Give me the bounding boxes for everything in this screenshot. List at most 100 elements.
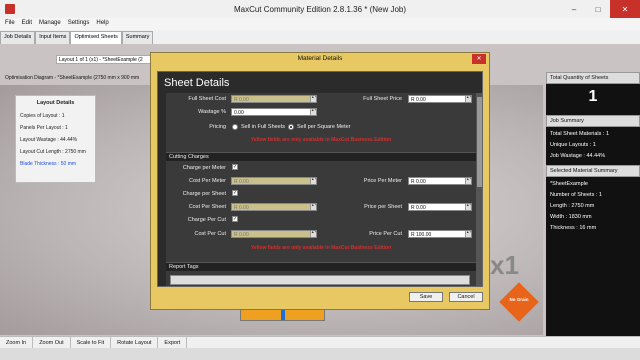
- cost-per-sheet-input[interactable]: R 0.00 ▲▼: [231, 203, 317, 211]
- report-tags-field[interactable]: [170, 275, 470, 285]
- layout-cut-length: Layout Cut Length : 2750 mm: [20, 149, 86, 155]
- price-per-sheet-spinner-icon[interactable]: ▲▼: [465, 204, 471, 210]
- price-per-meter-spinner-icon[interactable]: ▲▼: [465, 178, 471, 184]
- total-sheet-materials: Total Sheet Materials : 1: [550, 131, 610, 137]
- price-per-sheet-label: Price per Sheet: [364, 204, 402, 210]
- layout-details-title: Layout Details: [36, 100, 75, 106]
- tab-job-details[interactable]: Job Details: [0, 31, 36, 44]
- maximize-button[interactable]: □: [586, 0, 610, 18]
- wastage-input[interactable]: 0.00 ▲▼: [231, 108, 317, 116]
- full-sheet-cost-value: R 0.00: [234, 97, 249, 103]
- menu-file[interactable]: File: [3, 18, 20, 30]
- charge-per-cut-checkbox[interactable]: ✓: [232, 216, 238, 222]
- selected-material-header: Selected Material Summary: [546, 165, 640, 177]
- sheet-thickness: Thickness : 16 mm: [550, 225, 597, 231]
- layout-selector[interactable]: Layout 1 of 1 (x1) - *SheetExample (2: [56, 55, 156, 64]
- tab-summary[interactable]: Summary: [121, 31, 154, 44]
- job-summary-box: Job Summary Total Sheet Materials : 1 Un…: [546, 115, 640, 168]
- cost-per-sheet-label: Cost Per Sheet: [188, 204, 226, 210]
- price-per-cut-spinner-icon[interactable]: ▲▼: [465, 231, 471, 237]
- full-sheet-cost-spinner-icon[interactable]: ▲▼: [310, 96, 316, 102]
- price-per-sheet-input[interactable]: R 0.00 ▲▼: [408, 203, 472, 211]
- job-wastage: Job Wastage : 44.44%: [550, 153, 606, 159]
- rotate-layout-button[interactable]: Rotate Layout: [111, 337, 159, 348]
- price-per-cut-label: Price Per Cut: [369, 231, 402, 237]
- total-quantity-box: Total Quantity of Sheets 1: [546, 72, 640, 110]
- full-sheet-price-spinner-icon[interactable]: ▲▼: [465, 96, 471, 102]
- pricing-square-meter-label: Sell per Square Meter: [297, 124, 351, 130]
- zoom-out-button[interactable]: Zoom Out: [33, 337, 71, 348]
- price-per-cut-input[interactable]: R 100.00 ▲▼: [408, 230, 472, 238]
- wastage-label: Wastage %: [198, 109, 226, 115]
- charge-per-cut-label: Charge Per Cut: [187, 217, 226, 223]
- price-per-cut-value: R 100.00: [411, 232, 432, 238]
- cost-per-sheet-value: R 0.00: [234, 205, 249, 211]
- dialog-content: Sheet Details Full Sheet Cost R 0.00 ▲▼ F…: [157, 71, 483, 287]
- save-button[interactable]: Save: [409, 292, 443, 302]
- dialog-close-button[interactable]: ✕: [472, 54, 486, 64]
- cost-per-meter-input[interactable]: R 0.00 ▲▼: [231, 177, 317, 185]
- close-button[interactable]: ✕: [610, 0, 640, 18]
- selected-material-box: Selected Material Summary *SheetExample …: [546, 165, 640, 240]
- price-per-meter-input[interactable]: R 0.00 ▲▼: [408, 177, 472, 185]
- menu-help[interactable]: Help: [94, 18, 113, 30]
- report-tags-header: Report Tags: [166, 262, 476, 271]
- pricing-full-sheets-label: Sell in Full Sheets: [241, 124, 286, 130]
- scale-to-fit-button[interactable]: Scale to Fit: [71, 337, 112, 348]
- full-sheet-price-input[interactable]: R 0.00 ▲▼: [408, 95, 472, 103]
- price-per-meter-value: R 0.00: [411, 179, 426, 185]
- charge-per-sheet-checkbox[interactable]: ✓: [232, 190, 238, 196]
- export-button[interactable]: Export: [158, 337, 188, 348]
- tab-input-items[interactable]: Input Items: [35, 31, 71, 44]
- tab-optimised-sheets[interactable]: Optimised Sheets: [70, 31, 122, 44]
- cutting-charges-header: Cutting Charges: [166, 152, 476, 161]
- layout-wastage: Layout Wastage : 44.44%: [20, 137, 78, 143]
- full-sheet-price-value: R 0.00: [411, 97, 426, 103]
- diagram-toolbar: Zoom In Zoom Out Scale to Fit Rotate Lay…: [0, 336, 640, 348]
- charge-per-meter-label: Charge per Meter: [182, 165, 226, 171]
- cost-per-cut-spinner-icon[interactable]: ▲▼: [310, 231, 316, 237]
- full-sheet-cost-input[interactable]: R 0.00 ▲▼: [231, 95, 317, 103]
- price-per-sheet-value: R 0.00: [411, 205, 426, 211]
- layout-multiplier: x1: [490, 250, 519, 280]
- number-of-sheets: Number of Sheets : 1: [550, 192, 602, 198]
- menu-manage[interactable]: Manage: [37, 18, 66, 30]
- bottom-strip: [0, 348, 640, 360]
- price-per-meter-label: Price Per Meter: [363, 178, 402, 184]
- cost-per-cut-input[interactable]: R 0.00 ▲▼: [231, 230, 317, 238]
- cost-per-cut-value: R 0.00: [234, 232, 249, 238]
- pricing-square-meter-radio[interactable]: [288, 124, 294, 130]
- pricing-full-sheets-radio[interactable]: [232, 124, 238, 130]
- diagram-header: Optimisation Diagram - *SheetExample (27…: [5, 75, 140, 81]
- menu-settings[interactable]: Settings: [66, 18, 95, 30]
- pricing-label: Pricing: [209, 124, 226, 130]
- cost-per-sheet-spinner-icon[interactable]: ▲▼: [310, 204, 316, 210]
- zoom-in-button[interactable]: Zoom In: [0, 337, 34, 348]
- total-quantity-value: 1: [588, 88, 598, 105]
- cost-per-meter-label: Cost Per Meter: [189, 178, 226, 184]
- sheet-details-heading: Sheet Details: [164, 77, 230, 89]
- dialog-title: Material Details: [151, 53, 489, 65]
- wastage-value: 0.00: [234, 110, 244, 116]
- sheet-width: Width : 1830 mm: [550, 214, 592, 220]
- scrollbar-thumb[interactable]: [477, 97, 482, 187]
- sheet-length: Length : 2750 mm: [550, 203, 595, 209]
- window-title: MaxCut Community Edition 2.8.1.36 * (New…: [233, 5, 407, 14]
- dialog-scrollbar[interactable]: [476, 93, 482, 286]
- charge-per-sheet-label: Charge per Sheet: [182, 191, 226, 197]
- copies-of-layout: Copies of Layout : 1: [20, 113, 65, 119]
- details-scroll-area[interactable]: Full Sheet Cost R 0.00 ▲▼ Full Sheet Pric…: [166, 93, 476, 286]
- unique-layouts: Unique Layouts : 1: [550, 142, 596, 148]
- cancel-button[interactable]: Cancel: [449, 292, 483, 302]
- wastage-spinner-icon[interactable]: ▲▼: [310, 109, 316, 115]
- menu-edit[interactable]: Edit: [20, 18, 37, 30]
- business-edition-warning-1: Yellow fields are only available in MaxC…: [250, 137, 392, 143]
- cost-per-meter-spinner-icon[interactable]: ▲▼: [310, 178, 316, 184]
- full-sheet-cost-label: Full Sheet Cost: [188, 96, 226, 102]
- total-quantity-header: Total Quantity of Sheets: [546, 72, 640, 84]
- window-controls: – □ ✕: [562, 0, 640, 18]
- menu-bar: File Edit Manage Settings Help: [0, 18, 640, 30]
- minimize-button[interactable]: –: [562, 0, 586, 18]
- business-edition-warning-2: Yellow fields are only available in MaxC…: [250, 245, 392, 251]
- charge-per-meter-checkbox[interactable]: ✓: [232, 164, 238, 170]
